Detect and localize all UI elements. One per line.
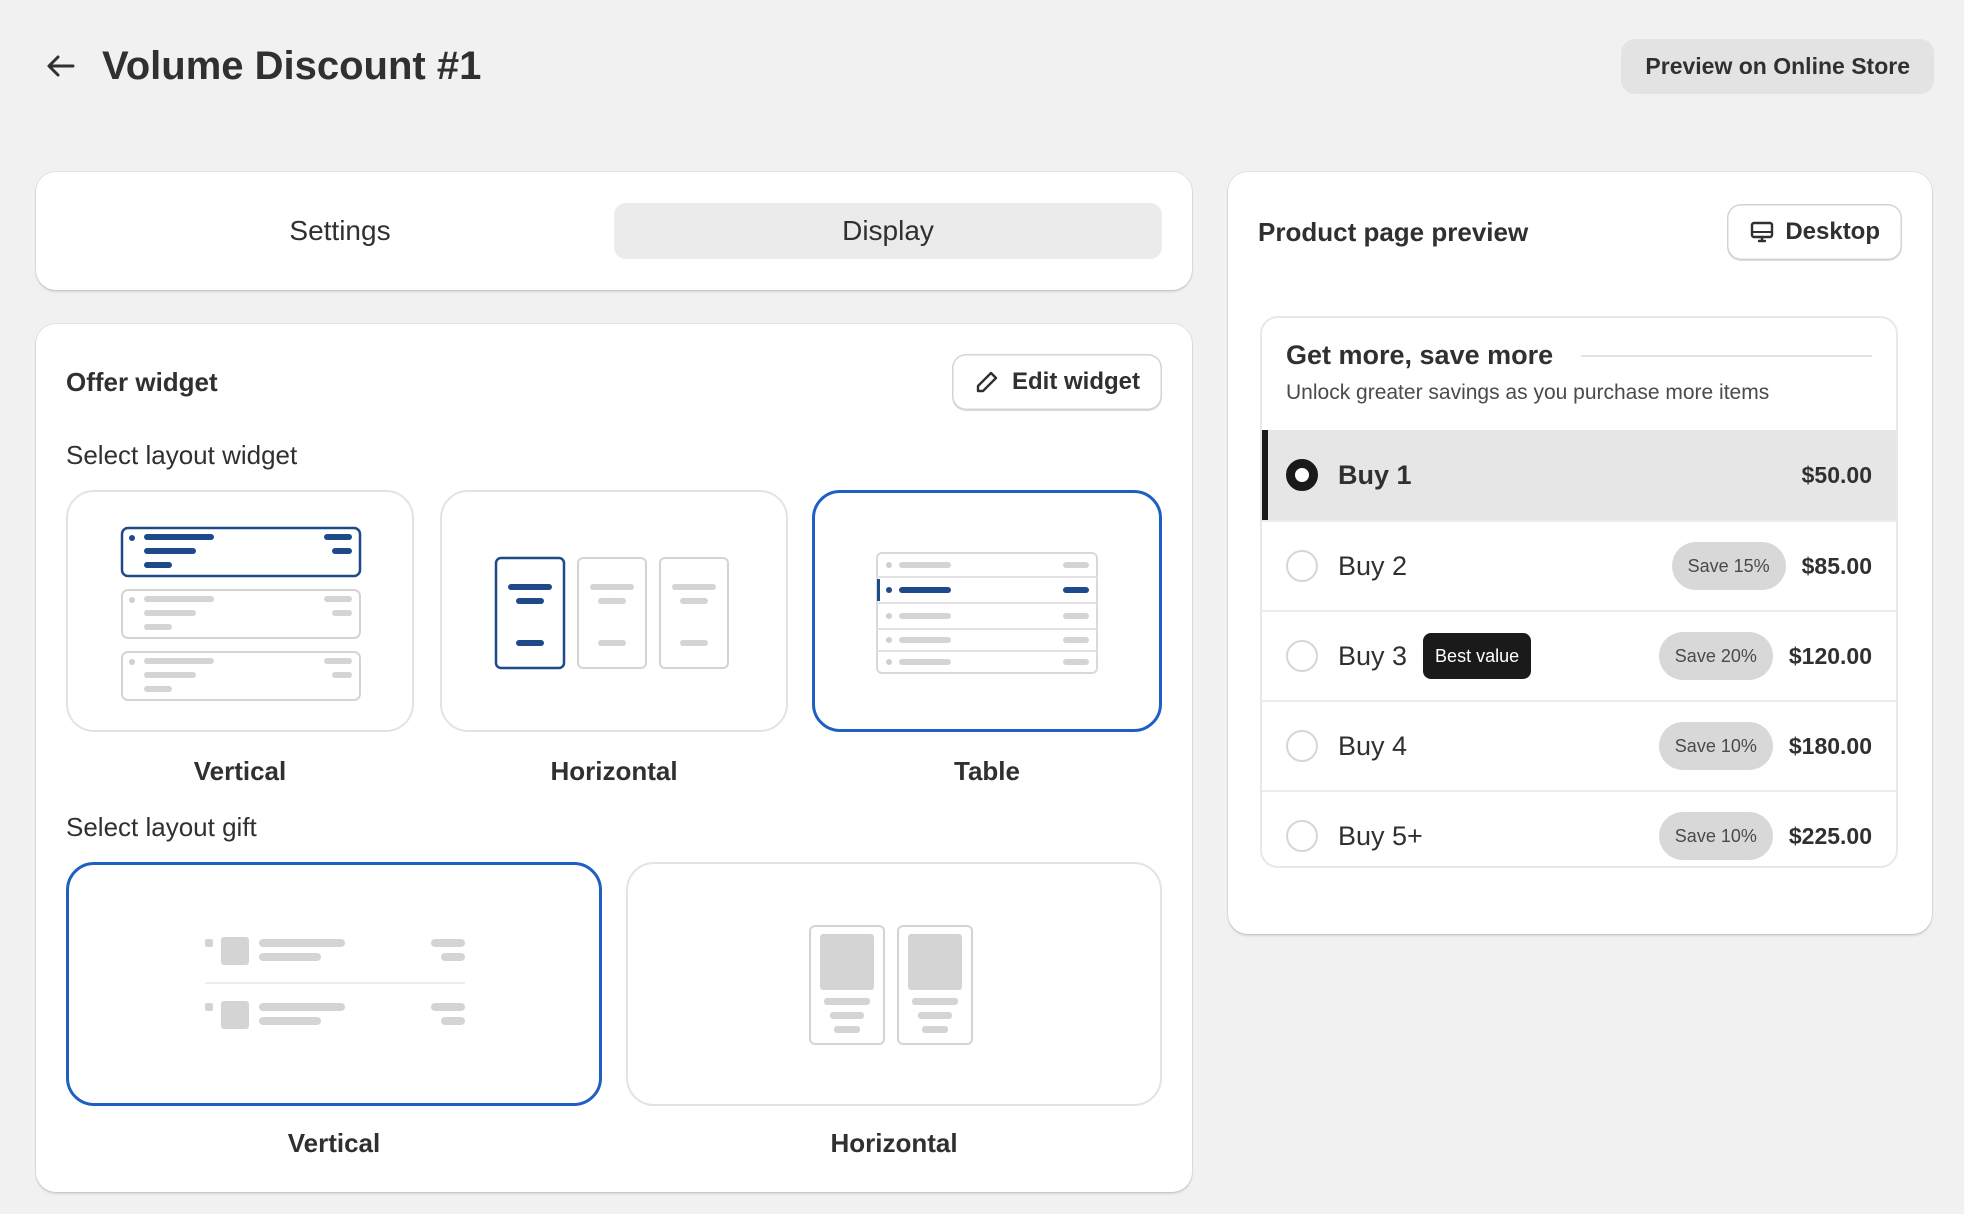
- radio-button-selected[interactable]: [1286, 459, 1318, 491]
- offer-title-row: Get more, save more: [1286, 340, 1872, 371]
- header-left: Volume Discount #1: [40, 44, 481, 89]
- preview-online-store-button[interactable]: Preview on Online Store: [1621, 38, 1934, 94]
- offer-widget-title: Offer widget: [66, 366, 218, 397]
- save-badge: Save 10%: [1658, 722, 1773, 770]
- tier-label: Buy 2: [1338, 550, 1408, 581]
- tier-label: Buy 3: [1338, 640, 1408, 671]
- tab-settings[interactable]: Settings: [66, 203, 614, 259]
- tier-row-buy-2[interactable]: Buy 2 Save 15% $85.00: [1262, 520, 1896, 610]
- tier-row-buy-5-plus[interactable]: Buy 5+ Save 10% $225.00: [1262, 790, 1896, 866]
- radio-button[interactable]: [1286, 550, 1318, 582]
- offer-widget-card: Offer widget Edit widget Select layout w…: [36, 324, 1192, 1192]
- layout-gift-vertical-option[interactable]: [66, 862, 602, 1106]
- tier-row-buy-1[interactable]: Buy 1 $50.00: [1262, 430, 1896, 520]
- back-button[interactable]: [40, 46, 80, 86]
- device-label: Desktop: [1785, 218, 1880, 245]
- select-layout-gift-label: Select layout gift: [66, 812, 257, 842]
- layout-gift-horizontal-label: Horizontal: [830, 1128, 958, 1158]
- gift-vertical-layout-icon: [69, 865, 599, 1103]
- best-value-badge: Best value: [1423, 633, 1532, 679]
- table-layout-icon: [815, 493, 1159, 729]
- offer-subtitle: Unlock greater savings as you purchase m…: [1286, 381, 1770, 404]
- tier-price: $180.00: [1788, 732, 1872, 759]
- select-layout-widget-label: Select layout widget: [66, 440, 298, 470]
- tier-row-buy-4[interactable]: Buy 4 Save 10% $180.00: [1262, 700, 1896, 790]
- tier-price: $120.00: [1788, 642, 1872, 669]
- product-page-preview-card: Product page preview Desktop Get more, s…: [1228, 172, 1932, 934]
- layout-widget-table-option[interactable]: [812, 490, 1162, 732]
- layout-widget-vertical-option[interactable]: [66, 490, 414, 732]
- tier-label: Buy 5+: [1338, 820, 1423, 851]
- layout-widget-table-label: Table: [954, 756, 1020, 786]
- radio-button[interactable]: [1286, 640, 1318, 672]
- layout-gift-vertical-label: Vertical: [287, 1128, 381, 1158]
- radio-button[interactable]: [1286, 820, 1318, 852]
- offer-preview-header: Get more, save more Unlock greater savin…: [1262, 318, 1896, 430]
- tier-price: $85.00: [1801, 552, 1872, 579]
- save-badge: Save 20%: [1658, 632, 1773, 680]
- tier-row-buy-3[interactable]: Buy 3 Best value Save 20% $120.00: [1262, 610, 1896, 700]
- monitor-icon: [1749, 219, 1775, 245]
- tier-price: $225.00: [1788, 822, 1872, 849]
- layout-widget-horizontal-label: Horizontal: [550, 756, 678, 786]
- device-toggle-button[interactable]: Desktop: [1727, 204, 1902, 260]
- layout-widget-vertical-label: Vertical: [193, 756, 287, 786]
- vertical-layout-icon: [68, 492, 412, 730]
- tier-label: Buy 4: [1338, 730, 1408, 761]
- layout-gift-horizontal-option[interactable]: [626, 862, 1162, 1106]
- gift-horizontal-layout-icon: [628, 864, 1160, 1104]
- tab-display[interactable]: Display: [614, 203, 1162, 259]
- tier-price: $50.00: [1801, 461, 1872, 488]
- tier-label: Buy 1: [1338, 459, 1412, 490]
- tabs-card: Settings Display: [36, 172, 1192, 290]
- save-badge: Save 10%: [1658, 812, 1773, 860]
- edit-widget-button[interactable]: Edit widget: [952, 354, 1162, 410]
- horizontal-layout-icon: [442, 492, 786, 730]
- edit-widget-label: Edit widget: [1012, 368, 1140, 395]
- preview-header: Product page preview Desktop: [1258, 204, 1902, 260]
- layout-widget-horizontal-option[interactable]: [440, 490, 788, 732]
- offer-widget-header: Offer widget Edit widget: [66, 354, 1162, 410]
- pencil-icon: [974, 369, 1000, 395]
- offer-title: Get more, save more: [1286, 340, 1554, 370]
- page-title: Volume Discount #1: [102, 43, 482, 88]
- offer-widget-preview: Get more, save more Unlock greater savin…: [1260, 316, 1898, 868]
- preview-title: Product page preview: [1258, 216, 1529, 247]
- radio-button[interactable]: [1286, 730, 1318, 762]
- arrow-left-icon: [45, 54, 75, 78]
- page-header: Volume Discount #1 Preview on Online Sto…: [40, 36, 1934, 96]
- save-badge: Save 15%: [1671, 542, 1786, 590]
- divider: [1581, 354, 1872, 357]
